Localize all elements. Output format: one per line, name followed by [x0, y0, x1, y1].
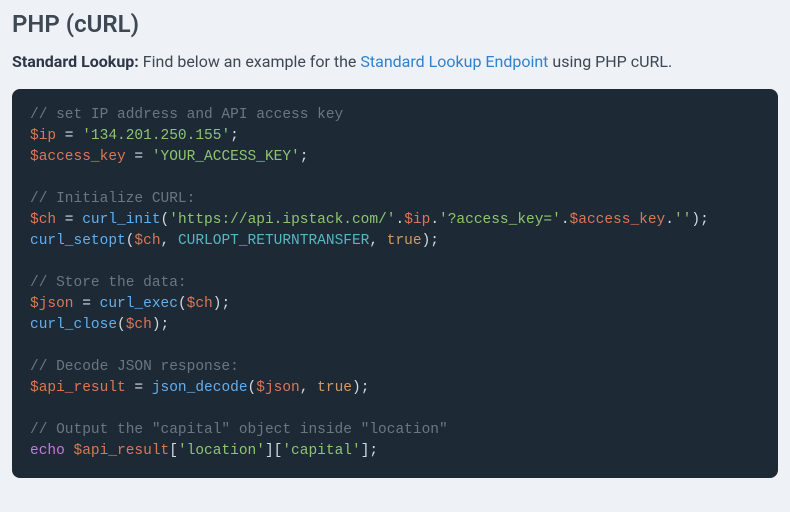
code-function: json_decode — [152, 380, 248, 396]
code-bracket: ] — [265, 443, 274, 459]
standard-lookup-link[interactable]: Standard Lookup Endpoint — [360, 52, 548, 71]
code-dot: . — [430, 212, 439, 228]
code-constant: CURLOPT_RETURNTRANSFER — [178, 233, 369, 249]
code-comment: // set IP address and API access key — [30, 107, 343, 123]
code-string: 'https://api.ipstack.com/' — [169, 212, 395, 228]
code-semi: ; — [700, 212, 709, 228]
code-comment: // Decode JSON response: — [30, 359, 239, 375]
code-variable: $ip — [404, 212, 430, 228]
code-variable: $ch — [30, 212, 56, 228]
desc-text-before: Find below an example for the — [139, 52, 361, 71]
code-space — [65, 443, 74, 459]
code-string: 'capital' — [282, 443, 360, 459]
code-keyword: echo — [30, 443, 65, 459]
code-dot: . — [561, 212, 570, 228]
code-paren: ( — [248, 380, 257, 396]
code-paren: ( — [178, 296, 187, 312]
code-op: = — [74, 296, 100, 312]
code-variable: $ip — [30, 128, 56, 144]
code-string: 'location' — [178, 443, 265, 459]
code-comma: , — [161, 233, 178, 249]
code-string: '' — [674, 212, 691, 228]
code-comment: // Initialize CURL: — [30, 191, 195, 207]
code-comma: , — [300, 380, 317, 396]
code-semi: ; — [430, 233, 439, 249]
code-string: 'YOUR_ACCESS_KEY' — [152, 149, 300, 165]
code-example: // set IP address and API access key $ip… — [12, 89, 778, 478]
code-semi: ; — [300, 149, 309, 165]
code-variable: $api_result — [74, 443, 170, 459]
code-semi: ; — [230, 128, 239, 144]
code-string: '?access_key=' — [439, 212, 561, 228]
desc-text-after: using PHP cURL. — [548, 52, 672, 71]
code-variable: $ch — [187, 296, 213, 312]
code-comment: // Store the data: — [30, 275, 187, 291]
code-op: = — [126, 380, 152, 396]
section-heading: PHP (cURL) — [12, 10, 778, 38]
code-comma: , — [369, 233, 386, 249]
code-variable: $api_result — [30, 380, 126, 396]
code-dot: . — [396, 212, 405, 228]
code-semi: ; — [161, 317, 170, 333]
code-bool: true — [317, 380, 352, 396]
code-function: curl_close — [30, 317, 117, 333]
code-variable: $ch — [126, 317, 152, 333]
code-paren: ) — [352, 380, 361, 396]
code-paren: ( — [161, 212, 170, 228]
code-bracket: [ — [169, 443, 178, 459]
code-op: = — [126, 149, 152, 165]
code-paren: ) — [152, 317, 161, 333]
code-bool: true — [387, 233, 422, 249]
code-paren: ( — [117, 317, 126, 333]
code-function: curl_exec — [100, 296, 178, 312]
section-description: Standard Lookup: Find below an example f… — [12, 52, 778, 71]
code-function: curl_setopt — [30, 233, 126, 249]
code-variable: $json — [256, 380, 300, 396]
code-op: = — [56, 212, 82, 228]
code-paren: ) — [422, 233, 431, 249]
code-variable: $json — [30, 296, 74, 312]
code-semi: ; — [361, 380, 370, 396]
code-variable: $ch — [134, 233, 160, 249]
code-op: = — [56, 128, 82, 144]
code-comment: // Output the "capital" object inside "l… — [30, 422, 448, 438]
code-semi: ; — [369, 443, 378, 459]
code-dot: . — [665, 212, 674, 228]
lead-label: Standard Lookup: — [12, 52, 139, 71]
code-variable: $access_key — [30, 149, 126, 165]
code-semi: ; — [221, 296, 230, 312]
code-string: '134.201.250.155' — [82, 128, 230, 144]
code-paren: ) — [691, 212, 700, 228]
code-variable: $access_key — [570, 212, 666, 228]
code-function: curl_init — [82, 212, 160, 228]
